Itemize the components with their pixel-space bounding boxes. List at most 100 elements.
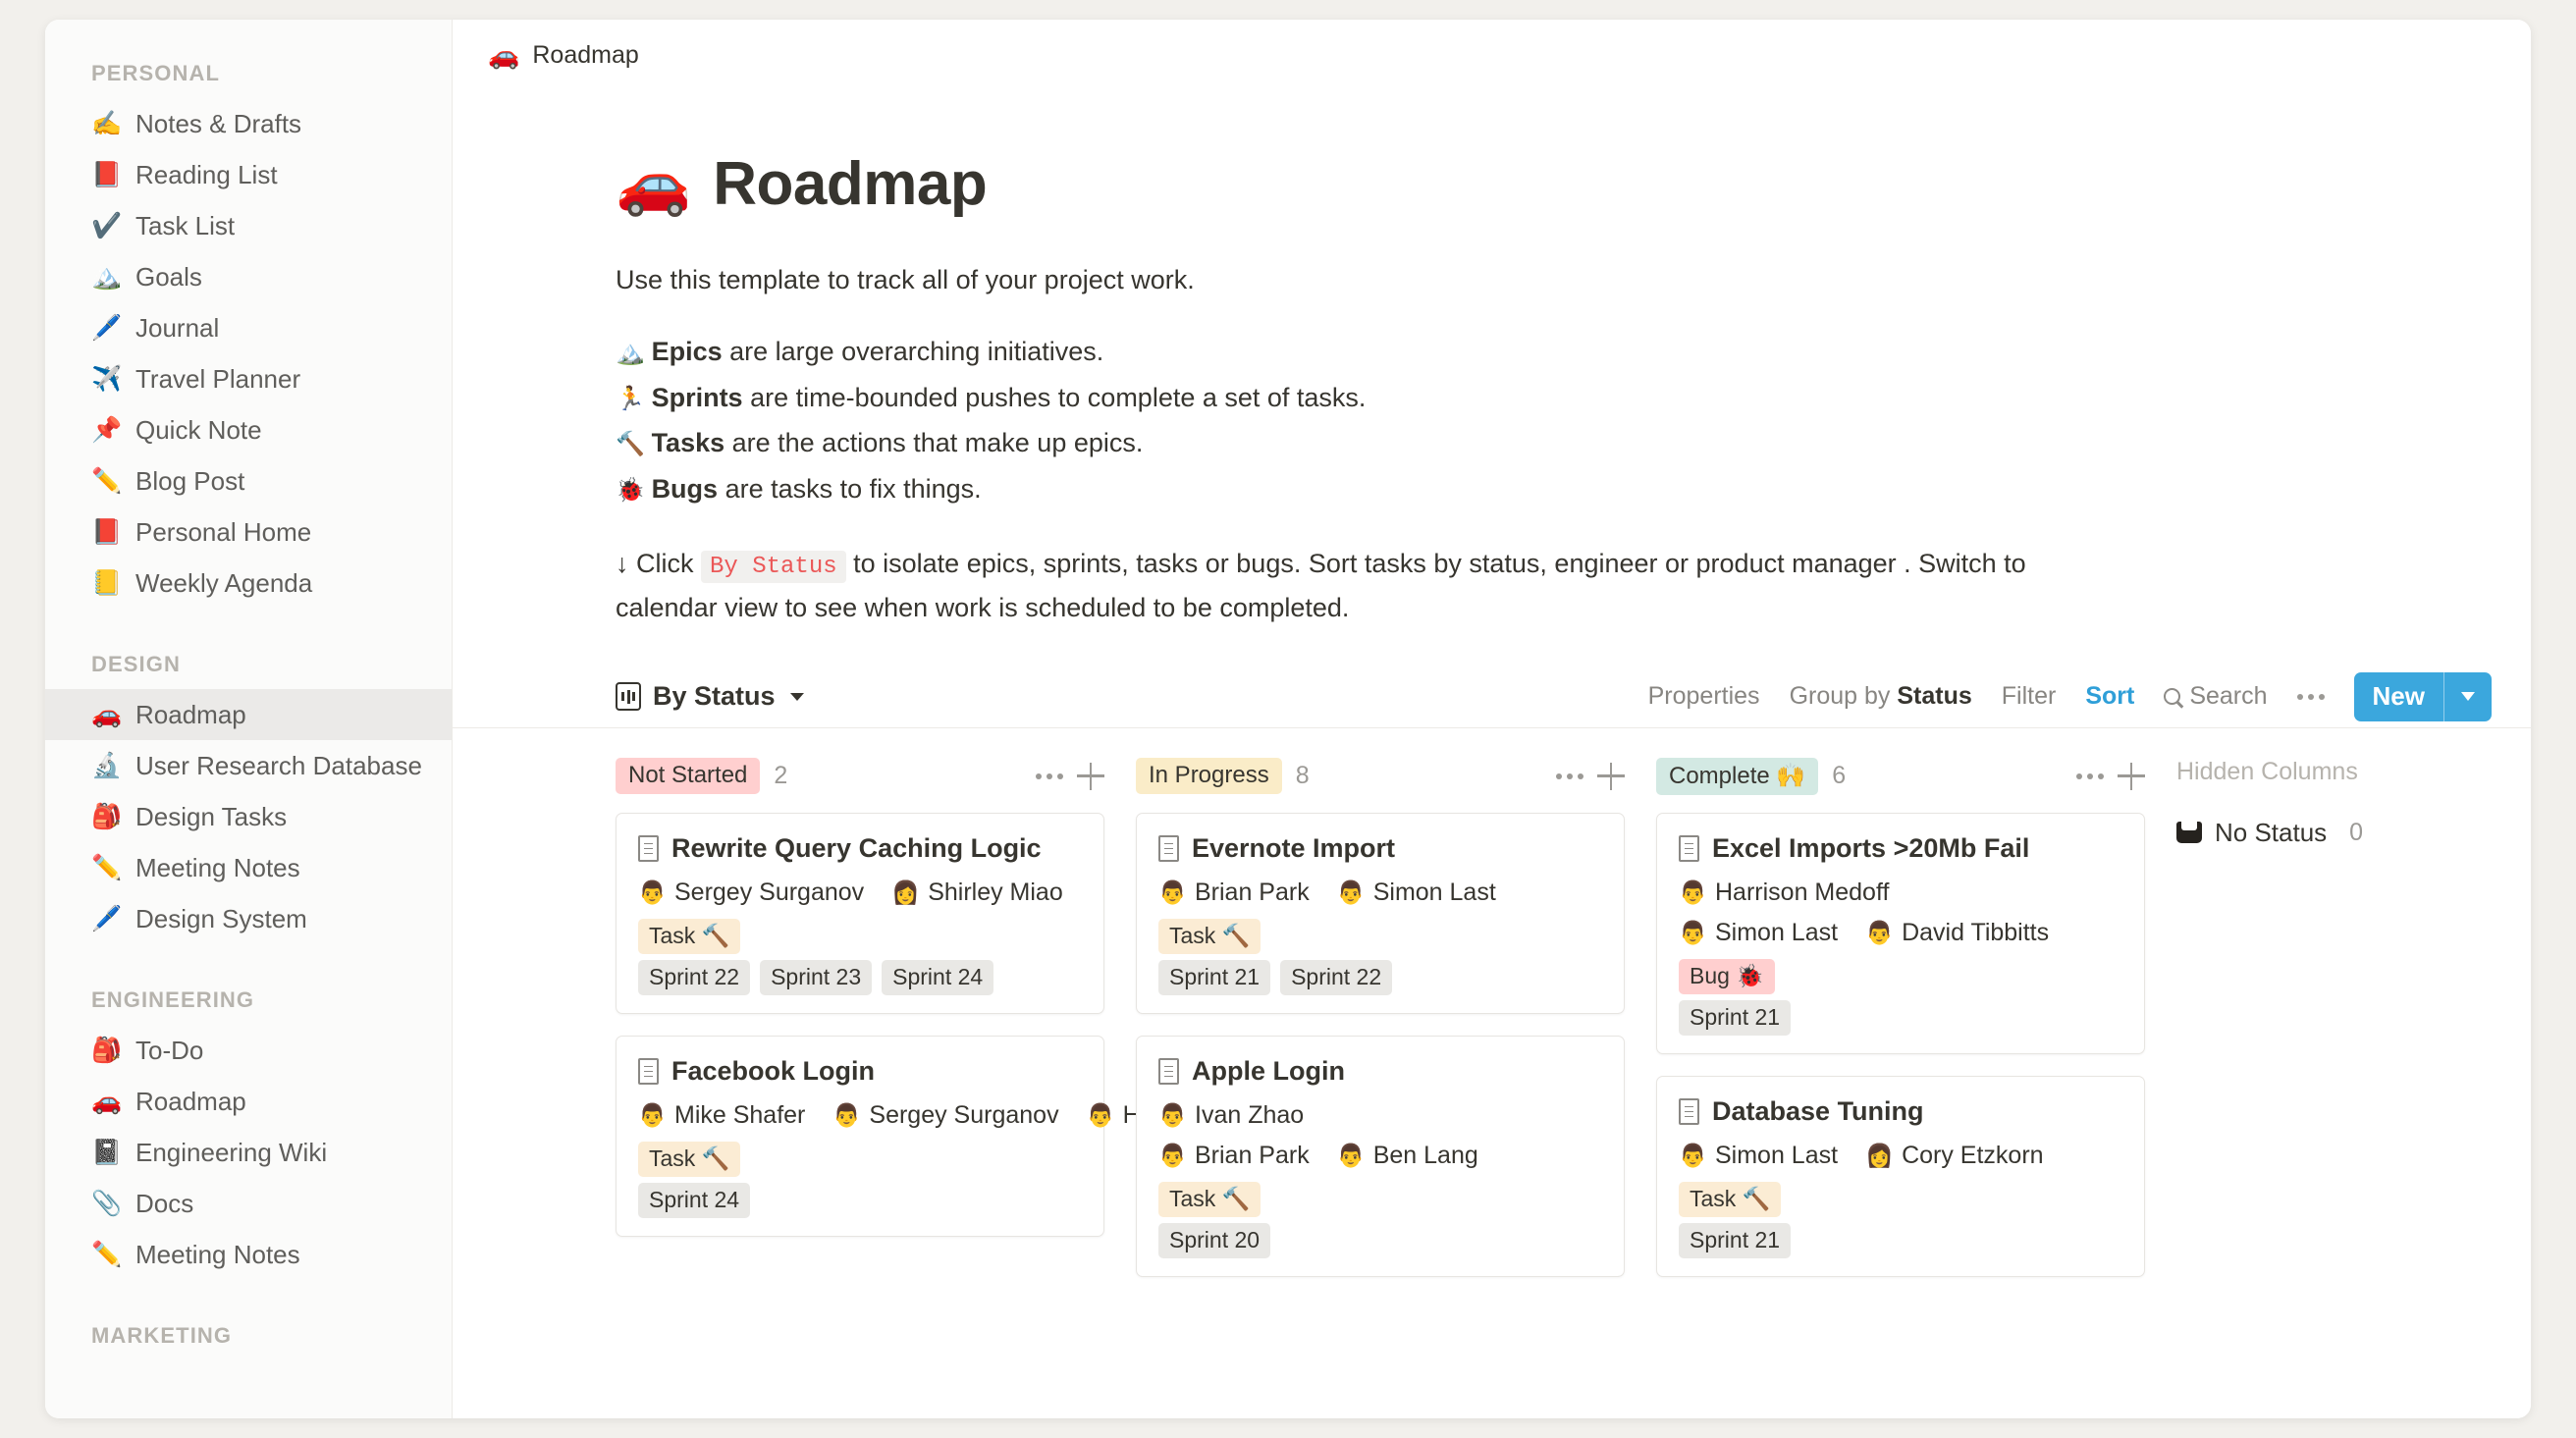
board-card[interactable]: Facebook Login 👨 Mike Shafer 👨 Sergey Surgan… [616,1035,1297,1237]
column-status-pill[interactable]: In Progress [1136,758,1282,795]
card-person[interactable]: 👨 Ivan Zhao [1158,1101,1304,1130]
column-more-options-icon[interactable] [2076,772,2104,779]
person-name: Simon Last [1372,878,1496,906]
view-selector[interactable]: By Status [616,681,804,712]
person-name: Harrison Medoff [1715,878,1890,906]
hidden-column-no-status[interactable]: No Status 0 [2176,818,2531,848]
board-card[interactable]: Evernote Import 👨 Brian Park 👨 Simon Last Tas… [1136,812,1625,1014]
search-button[interactable]: Search [2164,682,2268,711]
sidebar-item-quick-note[interactable]: 📌 Quick Note [45,404,452,455]
card-person[interactable]: 👨 Simon Last [1679,919,1838,947]
card-person[interactable]: 👨 Mike Shafer [638,1101,805,1130]
sidebar-item-design-tasks[interactable]: 🎒 Design Tasks [45,791,452,842]
card-person[interactable]: 👨 Brian Park [1158,879,1310,907]
column-count: 6 [1832,762,1847,790]
board-card[interactable]: Rewrite Query Caching Logic 👨 Sergey Surga… [616,812,1104,1014]
card-title: Rewrite Query Caching Logic [638,833,1082,864]
card-person[interactable]: 👩 Shirley Miao [891,879,1063,907]
card-person[interactable]: 👨 Ben Lang [1337,1142,1478,1170]
page-title-text[interactable]: Roadmap [713,149,987,219]
new-button[interactable]: New [2353,671,2492,721]
sidebar-item-journal[interactable]: 🖊️ Journal [45,302,452,353]
card-sprint-tag[interactable]: Sprint 24 [882,959,994,995]
column-add-icon[interactable] [1597,762,1625,790]
sidebar-item-goals[interactable]: 🏔️ Goals [45,251,452,302]
card-sprint-tag[interactable]: Sprint 22 [638,959,751,995]
page-car-icon[interactable]: 🚗 [616,153,691,215]
new-button-chevron-down-icon[interactable] [2444,672,2492,721]
by-status-code-chip[interactable]: By Status [701,551,846,584]
card-sprint-tag[interactable]: Sprint 24 [638,1182,751,1218]
board-card[interactable]: Excel Imports >20Mb Fail 👨 Harrison Medoff… [1656,812,2145,1054]
sidebar-item-weekly-agenda[interactable]: 📒 Weekly Agenda [45,558,452,609]
sidebar-item-meeting-notes[interactable]: ✏️ Meeting Notes [45,842,452,893]
sidebar-item-label: Reading List [135,159,278,189]
card-people-row: 👨 Brian Park 👨 Simon Last [1158,879,1602,907]
sidebar-item-task-list[interactable]: ✔️ Task List [45,200,452,251]
closed-book-icon: 📕 [91,160,123,188]
sidebar-item-roadmap[interactable]: 🚗 Roadmap [45,689,452,740]
avatar: 👨 [1679,879,1707,905]
board-card[interactable]: Database Tuning 👨 Simon Last 👩 Cory Etzkorn T… [1656,1075,2145,1277]
card-person[interactable]: 👨 David Tibbitts [1865,919,2049,947]
card-person[interactable]: 👨 Brian Park [1158,1142,1310,1170]
pencil-icon: ✏️ [91,853,123,881]
column-status-pill[interactable]: Not Started [616,758,761,795]
column-more-options-icon[interactable] [1036,772,1063,779]
card-sprint-tag-row: Sprint 20 [1158,1222,1602,1258]
avatar: 👨 [1086,1101,1115,1128]
sidebar-item-notes-drafts[interactable]: ✍️ Notes & Drafts [45,98,452,149]
card-people-row: 👨Mike Shafer👨Sergey Surganov👨Harrison Me… [638,1101,1297,1130]
sidebar-item-roadmap[interactable]: 🚗 Roadmap [45,1076,452,1127]
group-by-button[interactable]: Group by Status [1790,682,1972,711]
hidden-columns-title: Hidden Columns [2176,757,2358,785]
card-sprint-tag-row: Sprint 21 [1679,999,2122,1036]
card-type-tag[interactable]: Task 🔨 [1158,918,1261,954]
sidebar-section-title: PERSONAL [91,61,221,85]
column-add-icon[interactable] [1077,762,1104,790]
more-options-icon[interactable] [2296,693,2325,700]
sidebar-item-travel-planner[interactable]: ✈️ Travel Planner [45,353,452,404]
card-sprint-tag[interactable]: Sprint 21 [1679,999,1792,1036]
card-sprint-tag[interactable]: Sprint 23 [760,959,873,995]
card-type-tag[interactable]: Task 🔨 [1679,1181,1782,1217]
card-type-tag[interactable]: Task 🔨 [638,918,741,954]
card-type-tag[interactable]: Bug 🐞 [1679,958,1775,994]
card-title-text: Evernote Import [1192,832,1396,863]
column-more-options-icon[interactable] [1556,772,1583,779]
card-person[interactable]: 👩 Cory Etzkorn [1865,1142,2043,1170]
column-add-icon[interactable] [2118,762,2145,790]
sidebar-item-meeting-notes[interactable]: ✏️ Meeting Notes [45,1229,452,1280]
properties-button[interactable]: Properties [1648,682,1760,711]
sidebar-item-reading-list[interactable]: 📕 Reading List [45,149,452,200]
sidebar-item-blog-post[interactable]: ✏️ Blog Post [45,455,452,506]
card-type-tag-row: Task 🔨 [638,918,1082,954]
bullet-emoji-icon: 🏃 [616,385,652,412]
column-status-pill[interactable]: Complete 🙌 [1656,757,1819,795]
sort-button[interactable]: Sort [2085,682,2134,711]
board-card[interactable]: Apple Login 👨 Ivan Zhao 👨 Brian Park 👨 Ben Lan… [1136,1035,1625,1277]
card-person[interactable]: 👨 Sergey Surganov [638,879,864,907]
sidebar-item-docs[interactable]: 📎 Docs [45,1178,452,1229]
filter-button[interactable]: Filter [2002,682,2057,711]
card-title-text: Apple Login [1192,1055,1345,1086]
check-mark-icon: ✔️ [91,211,123,240]
card-person[interactable]: 👨 Simon Last [1337,879,1496,907]
card-sprint-tag[interactable]: Sprint 21 [1158,959,1271,995]
sidebar-item-label: Goals [135,261,202,292]
sidebar-item-personal-home[interactable]: 📕 Personal Home [45,506,452,558]
card-sprint-tag[interactable]: Sprint 20 [1158,1222,1271,1258]
breadcrumb[interactable]: Roadmap [532,41,638,70]
card-person[interactable]: 👨 Simon Last [1679,1142,1838,1170]
card-type-tag[interactable]: Task 🔨 [638,1141,741,1177]
card-person[interactable]: 👨 Harrison Medoff [1679,879,1889,907]
card-type-tag[interactable]: Task 🔨 [1158,1181,1261,1217]
card-sprint-tag[interactable]: Sprint 21 [1679,1222,1792,1258]
sidebar-item-to-do[interactable]: 🎒 To-Do [45,1025,452,1076]
sidebar-item-user-research-database[interactable]: 🔬 User Research Database [45,740,452,791]
sidebar-item-design-system[interactable]: 🖊️ Design System [45,893,452,944]
card-sprint-tag[interactable]: Sprint 22 [1280,959,1393,995]
sidebar-item-engineering-wiki[interactable]: 📓 Engineering Wiki [45,1127,452,1178]
card-person[interactable]: 👨 Sergey Surganov [832,1101,1058,1130]
board-column: In Progress 8 Evernote Import 👨 Brian Park 👨 S… [1136,754,1656,1277]
